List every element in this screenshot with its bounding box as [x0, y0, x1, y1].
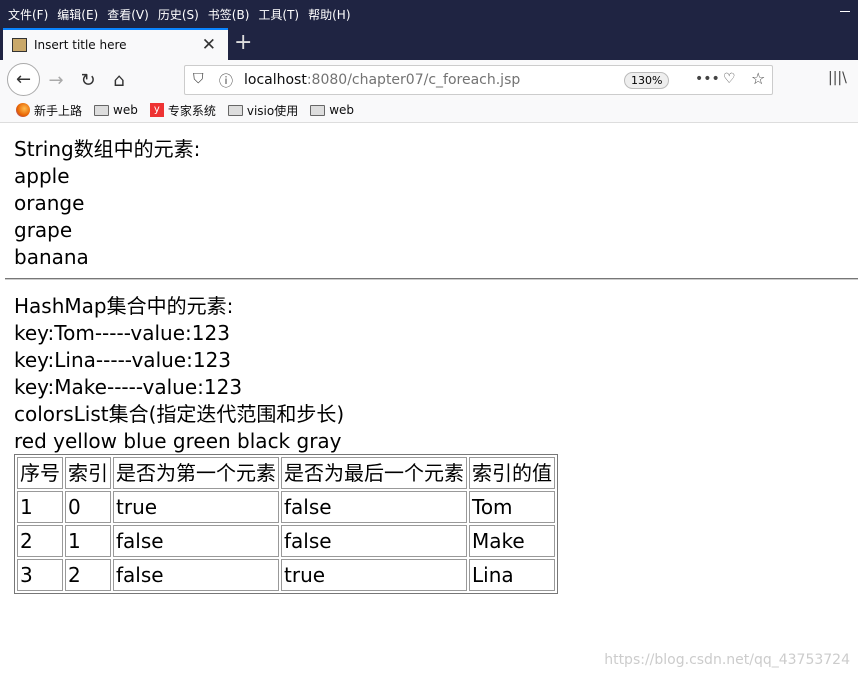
map-entry: key:Tom-----value:123 — [14, 321, 230, 345]
bookmark-folder-visio[interactable]: visio使用 — [227, 102, 298, 119]
fruit-item: grape — [14, 218, 73, 242]
fruit-item: apple — [14, 164, 70, 188]
colors-list: red yellow blue green black gray — [14, 429, 342, 453]
info-icon[interactable]: ⓘ — [219, 71, 233, 91]
table-cell: Make — [469, 525, 555, 557]
header-cell: 序号 — [17, 457, 63, 489]
header-cell: 索引 — [65, 457, 111, 489]
hashmap-section: HashMap集合中的元素: key:Tom-----value:123 key… — [14, 293, 344, 455]
map-heading: HashMap集合中的元素: — [14, 294, 234, 318]
menu-bookmarks[interactable]: 书签(B) — [208, 6, 250, 23]
folder-icon — [310, 104, 326, 116]
table-cell: true — [113, 491, 279, 523]
table-cell: 2 — [17, 525, 63, 557]
menu-file[interactable]: 文件(F) — [8, 6, 48, 23]
table-row: 1 0 true false Tom — [17, 491, 555, 523]
table-cell: 1 — [17, 491, 63, 523]
tab-title: Insert title here — [34, 38, 127, 52]
table-cell: true — [281, 559, 467, 591]
table-cell: Tom — [469, 491, 555, 523]
table-header-row: 序号 索引 是否为第一个元素 是否为最后一个元素 索引的值 — [17, 457, 555, 489]
table-cell: Lina — [469, 559, 555, 591]
table-cell: false — [113, 559, 279, 591]
url-bar[interactable]: ⛉ ⓘ localhost:8080/chapter07/c_foreach.j… — [184, 65, 773, 95]
firefox-icon — [16, 103, 30, 117]
bookmark-getting-started[interactable]: 新手上路 — [16, 102, 82, 119]
bookmark-folder-web[interactable]: web — [94, 103, 138, 117]
colors-heading: colorsList集合(指定迭代范围和步长) — [14, 402, 345, 426]
tomcat-favicon-icon — [12, 38, 27, 52]
menu-view[interactable]: 查看(V) — [107, 6, 149, 23]
forward-button[interactable]: → — [42, 66, 70, 94]
string-heading: String数组中的元素: — [14, 137, 201, 161]
header-cell: 是否为第一个元素 — [113, 457, 279, 489]
table-cell: 0 — [65, 491, 111, 523]
home-button[interactable]: ⌂ — [105, 66, 133, 94]
tab-bar: Insert title here ✕ + — [0, 28, 858, 60]
header-cell: 索引的值 — [469, 457, 555, 489]
bookmark-folder-web-2[interactable]: web — [310, 103, 354, 117]
expert-system-icon: y — [149, 103, 164, 117]
string-array-section: String数组中的元素: apple orange grape banana — [14, 136, 200, 271]
map-entry: key:Lina-----value:123 — [14, 348, 232, 372]
table-cell: 2 — [65, 559, 111, 591]
more-icon[interactable]: ••• — [695, 71, 720, 87]
watermark: https://blog.csdn.net/qq_43753724 — [604, 652, 850, 668]
menu-tools[interactable]: 工具(T) — [258, 6, 299, 23]
folder-icon — [94, 104, 110, 116]
menu-history[interactable]: 历史(S) — [158, 6, 199, 23]
back-button[interactable]: ← — [7, 63, 40, 96]
table-cell: 3 — [17, 559, 63, 591]
table-cell: false — [281, 491, 467, 523]
library-icon[interactable]: |||\ — [828, 70, 847, 86]
menu-help[interactable]: 帮助(H) — [308, 6, 350, 23]
nav-bar: ← → ↻ ⌂ ⛉ ⓘ localhost:8080/chapter07/c_f… — [0, 60, 858, 98]
table-row: 2 1 false false Make — [17, 525, 555, 557]
bookmarks-bar: 新手上路 web y 专家系统 visio使用 web — [0, 98, 858, 123]
shield-icon[interactable]: ⛉ — [193, 71, 204, 87]
star-icon[interactable]: ☆ — [751, 69, 765, 88]
pocket-icon[interactable]: ♡ — [723, 71, 736, 87]
divider — [5, 278, 858, 280]
url-text[interactable]: localhost:8080/chapter07/c_foreach.jsp — [244, 72, 520, 88]
menu-bar: 文件(F) 编辑(E) 查看(V) 历史(S) 书签(B) 工具(T) 帮助(H… — [0, 0, 858, 28]
close-tab-icon[interactable]: ✕ — [202, 35, 216, 55]
bookmark-expert-system[interactable]: y 专家系统 — [149, 102, 216, 119]
table-row: 3 2 false true Lina — [17, 559, 555, 591]
folder-icon — [227, 104, 243, 116]
minimize-button[interactable] — [840, 11, 850, 12]
table-cell: false — [113, 525, 279, 557]
menu-edit[interactable]: 编辑(E) — [57, 6, 98, 23]
status-table: 序号 索引 是否为第一个元素 是否为最后一个元素 索引的值 1 0 true f… — [14, 454, 558, 594]
reload-button[interactable]: ↻ — [74, 66, 102, 94]
new-tab-icon[interactable]: + — [234, 30, 252, 55]
tab-active[interactable]: Insert title here ✕ — [3, 28, 228, 60]
fruit-item: orange — [14, 191, 85, 215]
table-cell: false — [281, 525, 467, 557]
fruit-item: banana — [14, 245, 89, 269]
header-cell: 是否为最后一个元素 — [281, 457, 467, 489]
table-cell: 1 — [65, 525, 111, 557]
map-entry: key:Make-----value:123 — [14, 375, 243, 399]
zoom-level-badge[interactable]: 130% — [624, 72, 670, 89]
